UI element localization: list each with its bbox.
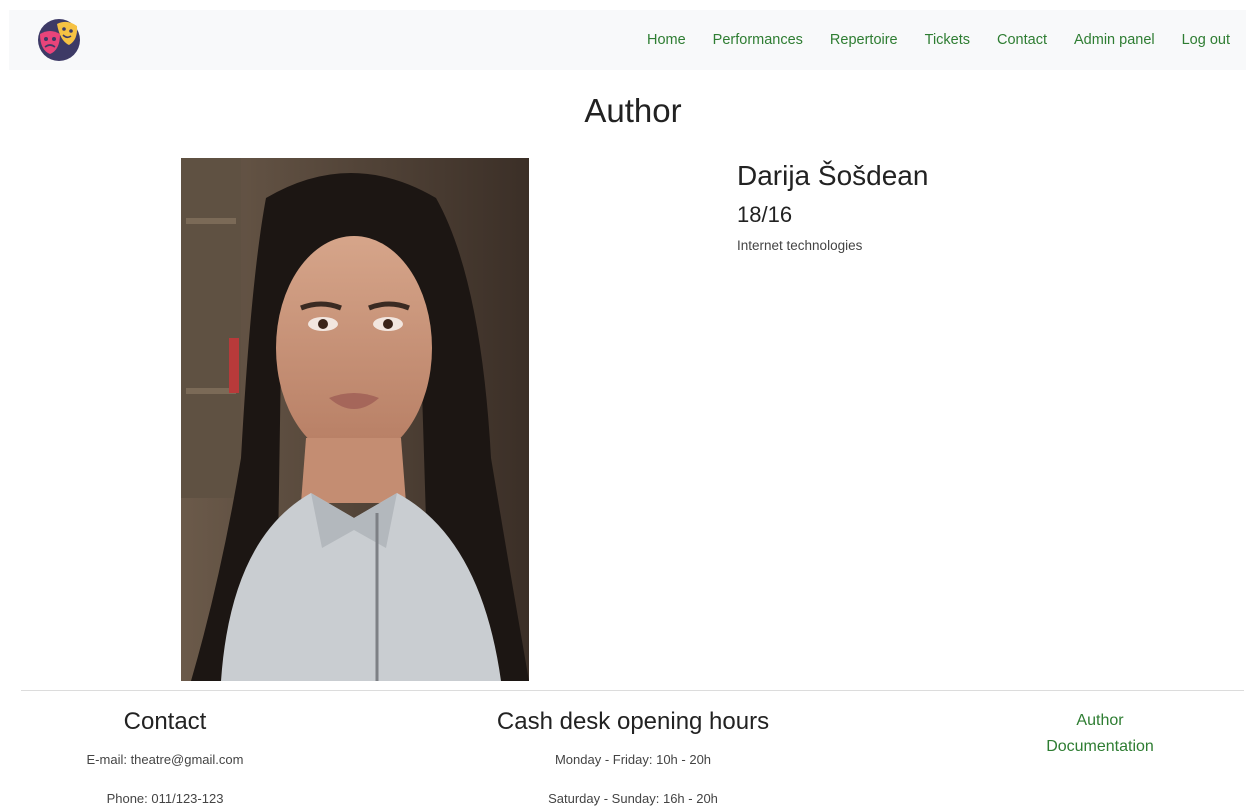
nav-log-out-link[interactable]: Log out — [1182, 32, 1230, 48]
footer-hours-weekend: Saturday - Sunday: 16h - 20h — [548, 791, 718, 806]
author-index-number: 18/16 — [737, 202, 793, 227]
footer-hours-weekdays: Monday - Friday: 10h - 20h — [554, 752, 712, 767]
footer-documentation-link[interactable]: Documentation — [1010, 738, 1190, 756]
footer-divider — [21, 690, 1244, 691]
nav-admin-panel-link[interactable]: Admin panel — [1074, 32, 1155, 48]
footer-hours-heading: Cash desk opening hours — [496, 708, 770, 735]
footer-contact-heading: Contact — [123, 708, 207, 735]
nav-home-link[interactable]: Home — [647, 32, 686, 48]
nav-tickets-link[interactable]: Tickets — [925, 32, 970, 48]
navbar: Home Performances Repertoire Tickets Con… — [9, 10, 1246, 70]
footer-hours: Cash desk opening hours Monday - Friday:… — [483, 708, 783, 806]
page-title: Author — [584, 92, 682, 129]
author-photo — [181, 158, 529, 681]
footer-email: E-mail: theatre@gmail.com — [86, 752, 244, 767]
nav-repertoire-link[interactable]: Repertoire — [830, 32, 898, 48]
author-name: Darija Šošdean — [737, 160, 929, 191]
footer-phone: Phone: 011/123-123 — [106, 791, 224, 806]
nav-links: Home Performances Repertoire Tickets Con… — [620, 10, 1230, 70]
author-info: Darija Šošdean 18/16 Internet technologi… — [737, 160, 928, 253]
author-course: Internet technologies — [737, 238, 863, 253]
nav-contact-link[interactable]: Contact — [997, 32, 1047, 48]
footer-contact: Contact E-mail: theatre@gmail.com Phone:… — [35, 708, 295, 806]
footer-links: Author Documentation — [1010, 708, 1190, 756]
footer-author-link[interactable]: Author — [1010, 712, 1190, 730]
theatre-masks-logo[interactable] — [36, 18, 82, 62]
nav-performances-link[interactable]: Performances — [713, 32, 803, 48]
